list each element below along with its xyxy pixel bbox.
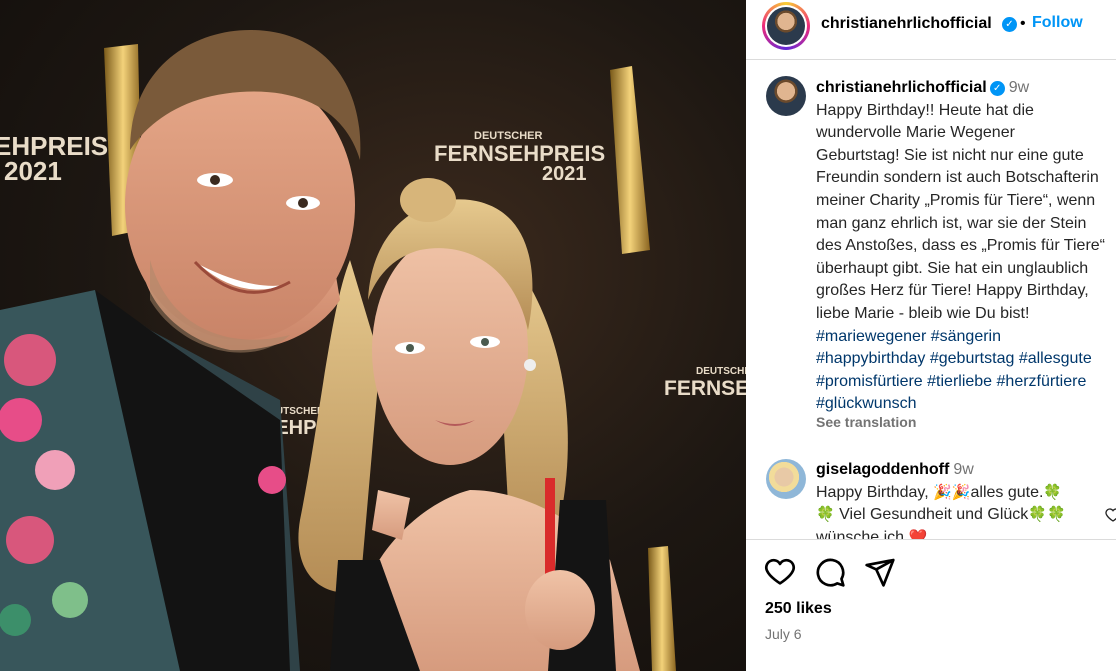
caption-line: überhaupt gibt. Sie hat ein unglaublich: [816, 259, 1089, 277]
party-emoji-icon: 🎉: [933, 483, 952, 501]
caption-line: Freundin sondern ist auch Botschafterin: [816, 169, 1099, 187]
caption-author-avatar[interactable]: [766, 76, 806, 116]
caption-line: wundervolle Marie Wegener: [816, 124, 1015, 142]
clover-emoji-icon: 🍀: [1028, 506, 1047, 524]
post-header: christianehrlichofficial ✓ • Follow: [746, 0, 1116, 60]
comment-author[interactable]: giselagoddenhoff: [816, 461, 949, 478]
post-caption: christianehrlichofficial ✓ 9w Happy Birthd…: [816, 77, 1116, 416]
post-date[interactable]: July 6: [765, 626, 802, 642]
hashtag-line[interactable]: #promisfürtiere #tierliebe #herzfürtiere: [816, 371, 1116, 394]
hashtag-line[interactable]: #mariewegener #sängerin: [816, 326, 1116, 349]
comment-text: Viel Gesundheit und Glück: [839, 506, 1029, 524]
header-username[interactable]: christianehrlichofficial: [821, 15, 992, 33]
like-comment-heart-icon[interactable]: [1105, 507, 1116, 523]
post-photo[interactable]: EHPREIS 2021 DEUTSCHER FERNSEHPREIS 2021…: [0, 0, 746, 671]
heart-emoji-icon: ❤️: [908, 528, 928, 539]
clover-emoji-icon: 🍀: [1046, 506, 1066, 524]
commenter-avatar[interactable]: [766, 459, 806, 499]
caption-line: Geburtstag! Sie ist nicht nur eine gute: [816, 146, 1084, 164]
instagram-post-view: EHPREIS 2021 DEUTSCHER FERNSEHPREIS 2021…: [0, 0, 1116, 671]
author-avatar-ring[interactable]: [762, 2, 810, 50]
caption-line: großes Herz für Tiere! Happy Birthday,: [816, 282, 1089, 300]
caption-line: man ganz ehrlich ist, war sie der Stein: [816, 214, 1087, 232]
backdrop-text-right-2: FERNSEH: [664, 377, 746, 400]
post-actions: 250 likes July 6: [746, 539, 1116, 671]
photo-illustration: EHPREIS 2021 DEUTSCHER FERNSEHPREIS 2021…: [0, 30, 746, 671]
backdrop-text-left-2: 2021: [4, 156, 62, 186]
woman-figure: [298, 178, 640, 671]
verified-badge-icon: ✓: [1002, 17, 1017, 32]
comment-text: wünsche ich: [816, 528, 905, 539]
verified-badge-icon: ✓: [989, 81, 1005, 96]
comment-text: Happy Birthday,: [816, 483, 929, 501]
party-emoji-icon: 🎉: [951, 483, 971, 501]
backdrop-text-right-1: DEUTSCHER: [696, 366, 746, 377]
comment-text: alles gute.: [970, 483, 1044, 501]
trophy-shape-bottom: [648, 546, 676, 671]
caption-time[interactable]: 9w: [1009, 79, 1029, 96]
comments-section[interactable]: christianehrlichofficial ✓ 9w Happy Birthd…: [746, 61, 1116, 539]
author-avatar: [767, 7, 805, 45]
header-separator: •: [1020, 15, 1026, 32]
caption-line: des Anstoßes, dass es „Promis für Tiere“: [816, 237, 1105, 255]
comment: giselagoddenhoff 9w Happy Birthday, 🎉🎉all…: [816, 459, 1106, 539]
caption-line: liebe Marie - bleib wie Du bist!: [816, 304, 1030, 322]
hashtag-line[interactable]: #glückwunsch: [816, 393, 1116, 416]
caption-line: Happy Birthday!! Heute hat die: [816, 101, 1034, 119]
see-translation-link[interactable]: See translation: [816, 414, 916, 430]
clover-emoji-icon: 🍀: [1043, 483, 1063, 501]
likes-count[interactable]: 250 likes: [765, 600, 832, 618]
like-heart-icon[interactable]: [764, 556, 796, 588]
clover-emoji-icon: 🍀: [816, 506, 835, 524]
post-side-panel: christianehrlichofficial ✓ • Follow chri…: [746, 0, 1116, 671]
follow-button[interactable]: Follow: [1032, 14, 1083, 32]
backdrop-text-center-3: 2021: [542, 163, 587, 185]
comment-time[interactable]: 9w: [953, 461, 973, 478]
hashtag-line[interactable]: #happybirthday #geburtstag #allesgute: [816, 348, 1116, 371]
share-paper-plane-icon[interactable]: [864, 556, 896, 588]
caption-line: meiner Charity „Promis für Tiere“, wenn: [816, 191, 1096, 209]
trophy-shape-right: [610, 66, 650, 254]
comment-bubble-icon[interactable]: [814, 556, 846, 588]
caption-author[interactable]: christianehrlichofficial: [816, 79, 987, 96]
man-figure: [0, 30, 361, 671]
